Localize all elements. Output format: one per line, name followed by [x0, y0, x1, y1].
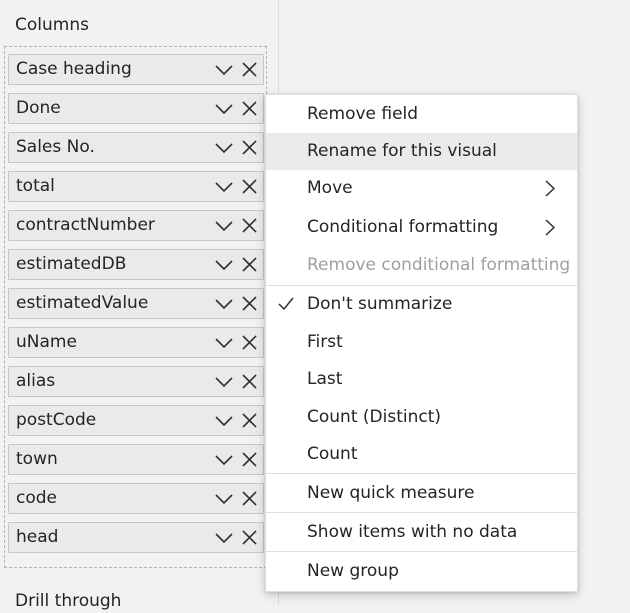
chevron-down-icon[interactable]	[214, 491, 234, 507]
close-icon[interactable]	[241, 100, 258, 117]
close-icon[interactable]	[241, 139, 258, 156]
close-icon[interactable]	[241, 217, 258, 234]
field-pill-total[interactable]: total	[8, 171, 264, 202]
chevron-down-icon[interactable]	[214, 530, 234, 546]
menu-item-move[interactable]: Move	[266, 170, 577, 207]
field-pill-code[interactable]: code	[8, 483, 264, 514]
menu-item-remove-conditional-formatting: Remove conditional formatting	[266, 247, 577, 284]
field-label: estimatedDB	[16, 254, 127, 274]
close-icon[interactable]	[241, 451, 258, 468]
close-icon[interactable]	[241, 256, 258, 273]
menu-item-count-distinct[interactable]: Count (Distinct)	[266, 399, 577, 436]
menu-item-new-quick-measure[interactable]: New quick measure	[266, 475, 577, 512]
menu-item-remove-field[interactable]: Remove field	[266, 96, 577, 133]
menu-item-count[interactable]: Count	[266, 436, 577, 473]
chevron-down-icon[interactable]	[214, 62, 234, 78]
field-context-menu: Remove field Rename for this visual Move…	[265, 94, 578, 592]
field-pill-head[interactable]: head	[8, 522, 264, 553]
field-pill-contract-number[interactable]: contractNumber	[8, 210, 264, 241]
menu-separator	[266, 473, 577, 474]
menu-item-label: Remove field	[307, 104, 419, 124]
chevron-down-icon[interactable]	[214, 296, 234, 312]
field-pill-done[interactable]: Done	[8, 93, 264, 124]
close-icon[interactable]	[241, 334, 258, 351]
close-icon[interactable]	[241, 529, 258, 546]
menu-item-label: New group	[307, 561, 399, 581]
field-label: Done	[16, 98, 61, 118]
chevron-down-icon[interactable]	[214, 257, 234, 273]
field-label: estimatedValue	[16, 293, 149, 313]
close-icon[interactable]	[241, 295, 258, 312]
chevron-down-icon[interactable]	[214, 218, 234, 234]
field-label: Sales No.	[16, 137, 95, 157]
checkmark-icon	[278, 297, 294, 311]
field-pill-town[interactable]: town	[8, 444, 264, 475]
close-icon[interactable]	[241, 178, 258, 195]
chevron-down-icon[interactable]	[214, 452, 234, 468]
menu-item-label: Last	[307, 369, 343, 389]
field-pill-estimated-value[interactable]: estimatedValue	[8, 288, 264, 319]
chevron-down-icon[interactable]	[214, 413, 234, 429]
menu-item-label: Count (Distinct)	[307, 407, 441, 427]
field-label: uName	[16, 332, 77, 352]
field-label: postCode	[16, 410, 97, 430]
fields-pane: Columns Case heading Done Sales No. tota…	[0, 0, 279, 611]
menu-item-label: First	[307, 332, 343, 352]
close-icon[interactable]	[241, 373, 258, 390]
menu-item-label: Count	[307, 444, 358, 464]
field-pill-post-code[interactable]: postCode	[8, 405, 264, 436]
field-pill-sales-no[interactable]: Sales No.	[8, 132, 264, 163]
field-pill-uname[interactable]: uName	[8, 327, 264, 358]
menu-item-rename-for-this-visual[interactable]: Rename for this visual	[266, 133, 577, 170]
field-label: head	[16, 527, 59, 547]
menu-item-show-items-with-no-data[interactable]: Show items with no data	[266, 514, 577, 551]
chevron-right-icon	[545, 219, 556, 236]
field-label: Case heading	[16, 59, 132, 79]
menu-item-label: Don't summarize	[307, 294, 453, 314]
menu-item-first[interactable]: First	[266, 324, 577, 361]
menu-separator	[266, 512, 577, 513]
menu-item-label: Show items with no data	[307, 522, 518, 542]
chevron-down-icon[interactable]	[214, 101, 234, 117]
close-icon[interactable]	[241, 412, 258, 429]
menu-item-last[interactable]: Last	[266, 361, 577, 398]
menu-item-label: New quick measure	[307, 483, 475, 503]
drill-through-section-title: Drill through	[15, 591, 122, 611]
field-pill-case-heading[interactable]: Case heading	[8, 54, 264, 85]
menu-item-label: Move	[307, 178, 353, 198]
menu-item-dont-summarize[interactable]: Don't summarize	[266, 286, 577, 323]
menu-item-label: Rename for this visual	[307, 141, 497, 161]
menu-item-label: Remove conditional formatting	[307, 255, 571, 275]
field-label: town	[16, 449, 58, 469]
field-pill-alias[interactable]: alias	[8, 366, 264, 397]
chevron-down-icon[interactable]	[214, 335, 234, 351]
columns-section-title: Columns	[15, 15, 89, 35]
close-icon[interactable]	[241, 490, 258, 507]
field-label: total	[16, 176, 55, 196]
chevron-down-icon[interactable]	[214, 179, 234, 195]
close-icon[interactable]	[241, 61, 258, 78]
field-label: contractNumber	[16, 215, 155, 235]
menu-item-new-group[interactable]: New group	[266, 553, 577, 590]
field-label: alias	[16, 371, 56, 391]
chevron-right-icon	[545, 180, 556, 197]
field-label: code	[16, 488, 57, 508]
menu-separator	[266, 551, 577, 552]
field-pill-estimated-db[interactable]: estimatedDB	[8, 249, 264, 280]
chevron-down-icon[interactable]	[214, 140, 234, 156]
menu-item-label: Conditional formatting	[307, 217, 499, 237]
chevron-down-icon[interactable]	[214, 374, 234, 390]
menu-item-conditional-formatting[interactable]: Conditional formatting	[266, 209, 577, 246]
